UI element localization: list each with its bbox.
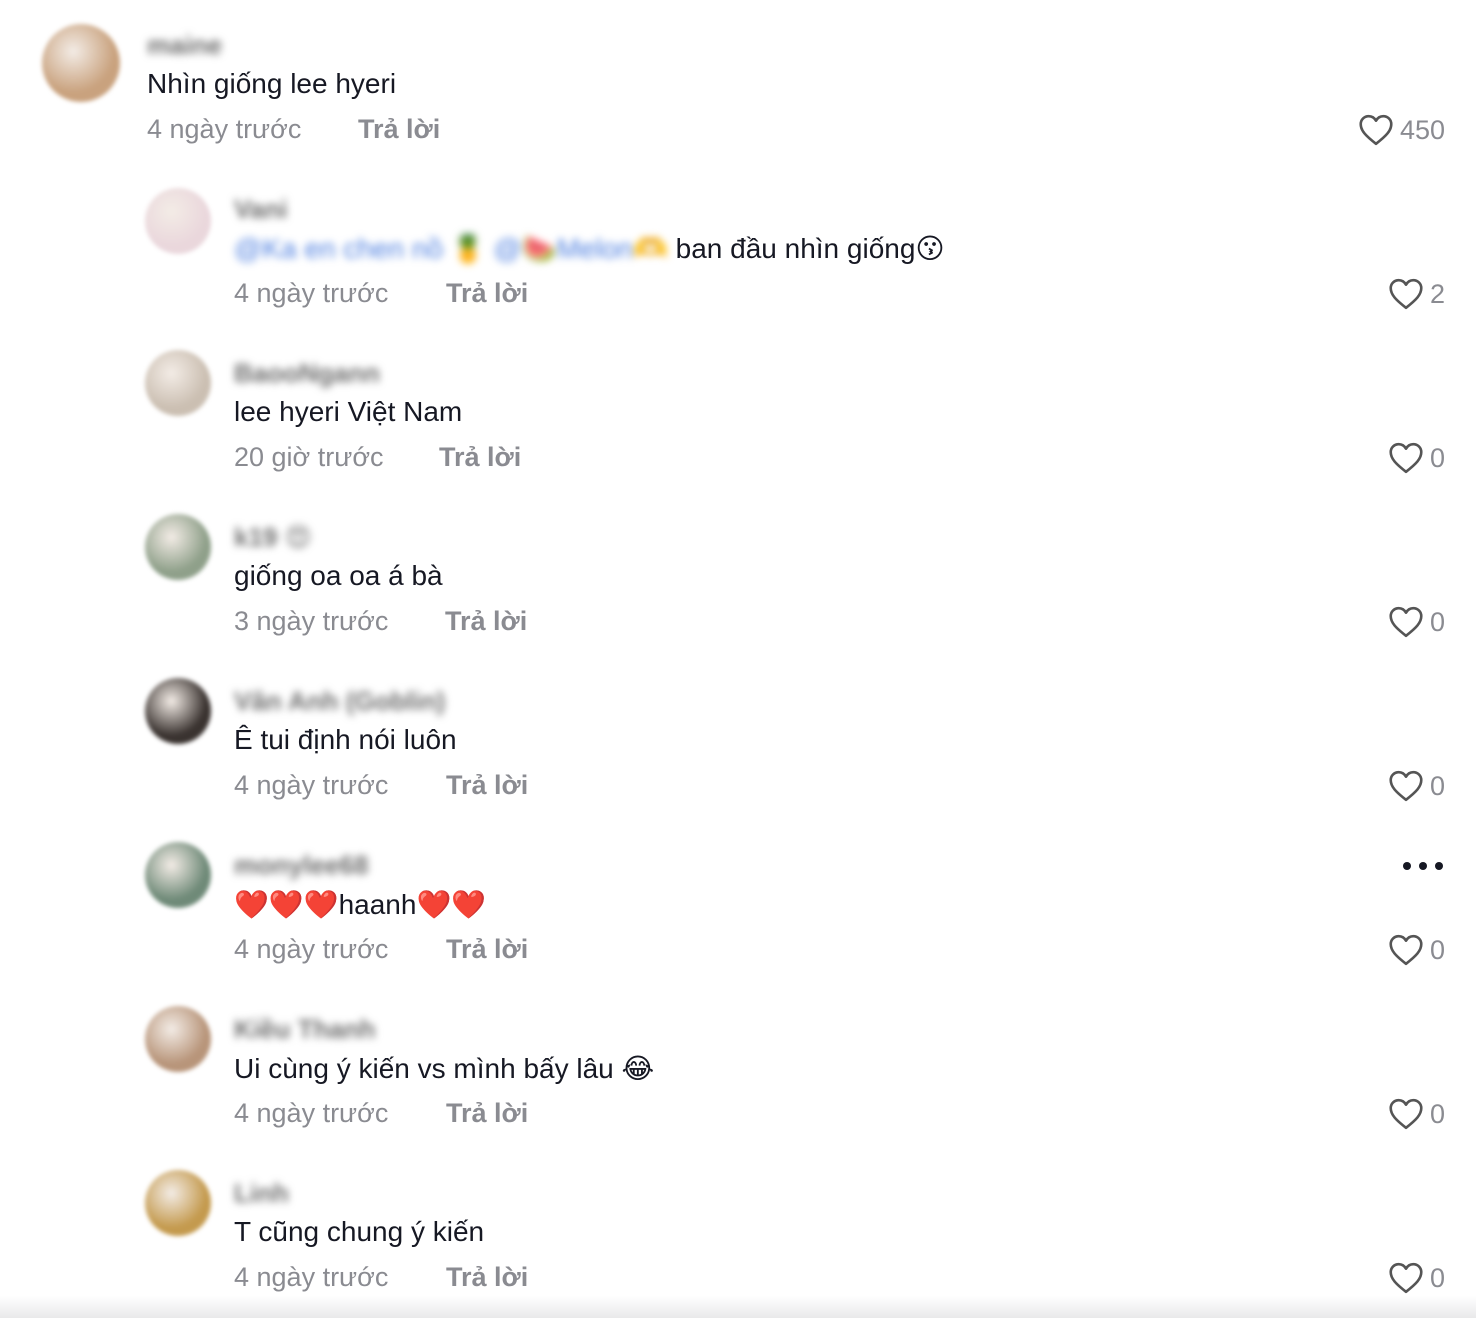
comment-item: Kiều Thanh Ui cùng ý kiến vs mình bấy lâ… [0,1002,1476,1152]
comment-text: ❤️❤️❤️haanh❤️❤️ [234,889,487,920]
comment-item: monylee68 ❤️❤️❤️haanh❤️❤️ 4 ngày trước T… [0,838,1476,988]
like-count: 0 [1429,1262,1445,1293]
reply-button[interactable]: Trả lời [439,442,521,473]
like-button[interactable]: 0 [1388,1262,1445,1294]
reply-button[interactable]: Trả lời [445,606,527,637]
comment-item: k19 😍 giống oa oa á bà 3 ngày trước Trả … [0,510,1476,660]
comment-text: Nhìn giống lee hyeri [147,68,397,99]
avatar[interactable] [145,514,211,580]
avatar[interactable] [145,188,211,254]
reply-button[interactable]: Trả lời [446,1098,528,1129]
comment-username[interactable]: Linh [234,1178,289,1209]
more-dot [1435,862,1443,870]
comment-item: BaooNgann lee hyeri Việt Nam 20 giờ trướ… [0,346,1476,496]
like-button[interactable]: 0 [1388,606,1445,638]
heart-outline-icon [1388,770,1424,802]
comment-username[interactable]: maine [147,30,222,61]
comment-timestamp: 4 ngày trước [234,934,389,964]
comment-item: Vani @Ka en chen nồ 🍍 @🍉Melon🫶 ban đầu n… [0,182,1476,332]
comment-mentions[interactable]: @Ka en chen nồ 🍍 @🍉Melon🫶 [234,233,668,264]
more-options-icon[interactable] [1403,856,1443,876]
avatar[interactable] [145,1006,211,1072]
reply-button[interactable]: Trả lời [358,114,440,145]
reply-button[interactable]: Trả lời [446,934,528,965]
like-count: 0 [1429,1098,1445,1129]
comment-timestamp: 4 ngày trước [234,278,389,308]
like-count: 0 [1429,606,1445,637]
like-button[interactable]: 2 [1388,278,1445,310]
comment-text: T cũng chung ý kiến [234,1216,485,1247]
comment-item: Linh T cũng chung ý kiến 4 ngày trước Tr… [0,1166,1476,1316]
heart-outline-icon [1388,934,1424,966]
comment-username[interactable]: Vân Anh (Goblin) [234,686,445,717]
like-button[interactable]: 450 [1358,114,1445,146]
comment-text: lee hyeri Việt Nam [234,396,463,427]
heart-outline-icon [1388,442,1424,474]
avatar[interactable] [145,1170,211,1236]
heart-outline-icon [1388,606,1424,638]
comment-text: Ê tui định nói luôn [234,724,457,755]
like-count: 450 [1399,114,1445,145]
avatar[interactable] [145,678,211,744]
comment-text-body: ban đầu nhìn giống😗 [675,233,945,264]
reply-button[interactable]: Trả lời [446,278,528,309]
like-button[interactable]: 0 [1388,442,1445,474]
more-dot [1403,862,1411,870]
comment-username[interactable]: Vani [234,194,287,225]
comment-timestamp: 4 ngày trước [147,114,302,144]
comment-text: giống oa oa á bà [234,560,443,591]
comment-timestamp: 4 ngày trước [234,1262,389,1292]
like-count: 0 [1429,770,1445,801]
comment-item: Vân Anh (Goblin) Ê tui định nói luôn 4 n… [0,674,1476,824]
comment-timestamp: 4 ngày trước [234,770,389,800]
comment-text: Ui cùng ý kiến vs mình bấy lâu 😂 [234,1053,655,1084]
heart-outline-icon [1358,114,1394,146]
like-button[interactable]: 0 [1388,1098,1445,1130]
like-count: 2 [1429,278,1445,309]
avatar[interactable] [42,24,120,102]
comment-text: @Ka en chen nồ 🍍 @🍉Melon🫶 ban đầu nhìn g… [234,232,945,265]
heart-outline-icon [1388,1098,1424,1130]
comment-username[interactable]: Kiều Thanh [234,1014,376,1045]
bottom-fade [0,1296,1476,1318]
comment-timestamp: 3 ngày trước [234,606,389,636]
like-button[interactable]: 0 [1388,934,1445,966]
comment-username[interactable]: k19 😍 [234,522,312,553]
comment-timestamp: 4 ngày trước [234,1098,389,1128]
comment-timestamp: 20 giờ trước [234,442,384,472]
heart-outline-icon [1388,1262,1424,1294]
avatar[interactable] [145,350,211,416]
avatar[interactable] [145,842,211,908]
more-dot [1419,862,1427,870]
heart-outline-icon [1388,278,1424,310]
comment-username[interactable]: monylee68 [234,850,368,881]
like-button[interactable]: 0 [1388,770,1445,802]
like-count: 0 [1429,442,1445,473]
like-count: 0 [1429,934,1445,965]
reply-button[interactable]: Trả lời [446,1262,528,1293]
comment-item: maine Nhìn giống lee hyeri 4 ngày trước … [0,18,1476,168]
comment-username[interactable]: BaooNgann [234,358,380,389]
reply-button[interactable]: Trả lời [446,770,528,801]
